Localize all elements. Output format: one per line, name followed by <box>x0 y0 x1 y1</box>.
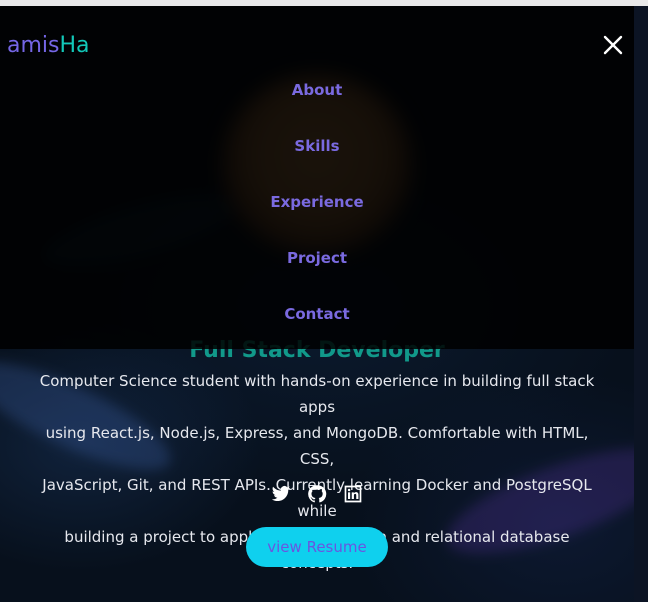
github-icon[interactable] <box>307 484 327 504</box>
mobile-menu-overlay: amisHa About Skills Experience Project C… <box>0 6 634 349</box>
twitter-icon[interactable] <box>271 484 291 504</box>
bio-line: using React.js, Node.js, Express, and Mo… <box>45 424 589 468</box>
site-logo[interactable]: amisHa <box>7 32 90 60</box>
menu-item-contact[interactable]: Contact <box>0 300 634 328</box>
social-links <box>0 484 634 504</box>
menu-item-project[interactable]: Project <box>0 244 634 272</box>
close-x-icon <box>603 35 623 55</box>
menu-item-experience[interactable]: Experience <box>0 188 634 216</box>
linkedin-icon[interactable] <box>343 484 363 504</box>
logo-text-part1: amis <box>7 33 60 58</box>
logo-text-part2: Ha <box>59 33 90 58</box>
bio-line: Computer Science student with hands-on e… <box>39 372 595 416</box>
menu-item-skills[interactable]: Skills <box>0 132 634 160</box>
close-menu-button[interactable] <box>600 32 626 58</box>
view-resume-button[interactable]: view Resume <box>246 527 388 567</box>
menu-item-about[interactable]: About <box>0 76 634 104</box>
page-scrollbar[interactable] <box>634 6 648 602</box>
